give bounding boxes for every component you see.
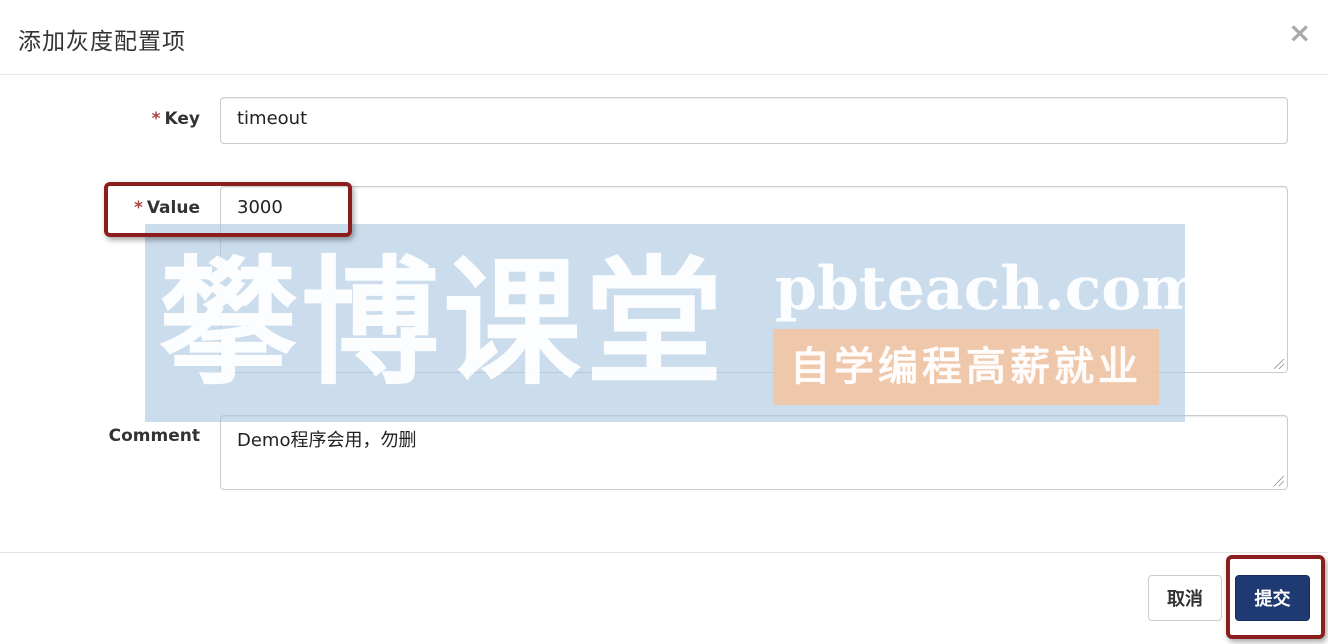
comment-textarea-value: Demo程序会用，勿删	[237, 430, 417, 451]
dialog-header: 添加灰度配置项 ×	[0, 0, 1328, 75]
required-mark: *	[133, 198, 143, 218]
value-label: * Value	[0, 198, 200, 218]
comment-label: Comment	[0, 426, 200, 446]
add-gray-config-dialog: 添加灰度配置项 × * Key timeout * Value 3000 Comme…	[0, 0, 1328, 644]
value-textarea[interactable]: 3000	[220, 186, 1288, 373]
close-icon[interactable]: ×	[1288, 18, 1311, 48]
key-label-text: Key	[164, 109, 201, 129]
dialog-title: 添加灰度配置项	[18, 29, 186, 55]
value-label-text: Value	[146, 198, 200, 218]
key-label: * Key	[0, 109, 200, 129]
comment-label-text: Comment	[108, 426, 200, 446]
value-textarea-value: 3000	[237, 197, 283, 218]
comment-textarea[interactable]: Demo程序会用，勿删	[220, 415, 1288, 490]
cancel-button[interactable]: 取消	[1148, 575, 1222, 621]
required-mark: *	[151, 109, 161, 129]
resize-handle-icon[interactable]	[1274, 476, 1284, 486]
submit-button[interactable]: 提交	[1235, 575, 1310, 621]
dialog-footer	[0, 552, 1328, 644]
resize-handle-icon[interactable]	[1274, 359, 1284, 369]
key-input-value: timeout	[237, 108, 308, 129]
key-input[interactable]: timeout	[220, 97, 1288, 144]
